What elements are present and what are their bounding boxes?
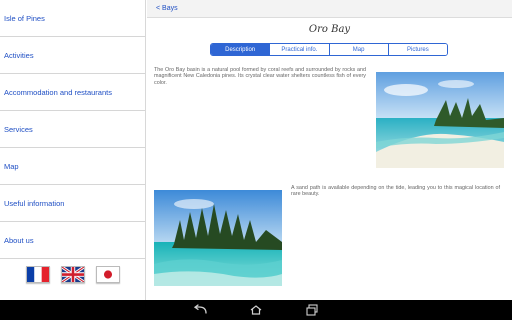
sidebar-item-label: Map (4, 161, 19, 171)
language-selector (0, 260, 146, 300)
sidebar-item-isle-of-pines[interactable]: Isle of Pines (0, 0, 145, 37)
back-button[interactable]: < Bays (147, 0, 512, 18)
home-icon[interactable] (248, 304, 264, 316)
pool-photo (154, 190, 282, 286)
tab-practical-info[interactable]: Practical info. (270, 44, 330, 55)
path-paragraph: A sand path is available depending on th… (291, 185, 500, 198)
bay-photo (376, 72, 504, 168)
uk-flag-icon[interactable] (60, 266, 85, 283)
sidebar-item-activities[interactable]: Activities (0, 37, 145, 74)
sidebar-item-services[interactable]: Services (0, 111, 145, 148)
sidebar-item-about-us[interactable]: About us (0, 222, 145, 259)
sidebar-item-accommodation[interactable]: Accommodation and restaurants (0, 74, 145, 111)
tab-bar: Description Practical info. Map Pictures (210, 43, 448, 56)
tab-pictures[interactable]: Pictures (388, 44, 447, 55)
sidebar-item-label: About us (4, 235, 34, 245)
sidebar-item-useful-information[interactable]: Useful information (0, 185, 145, 222)
main-content: < Bays Oro Bay Description Practical inf… (147, 0, 512, 300)
japan-flag-icon[interactable] (96, 266, 121, 283)
sidebar-item-map[interactable]: Map (0, 148, 145, 185)
back-button-label: < Bays (156, 5, 178, 12)
description-paragraph: The Oro Bay basin is a natural pool form… (154, 67, 366, 86)
system-navigation-bar (0, 300, 512, 320)
page-title: Oro Bay (308, 24, 351, 35)
back-icon[interactable] (192, 304, 208, 316)
recent-apps-icon[interactable] (304, 304, 320, 316)
france-flag-icon[interactable] (25, 266, 50, 283)
sidebar-item-label: Accommodation and restaurants (4, 87, 112, 97)
tab-description[interactable]: Description (211, 44, 271, 55)
sidebar-item-label: Activities (4, 50, 34, 60)
tab-map[interactable]: Map (329, 44, 389, 55)
sidebar-item-label: Services (4, 124, 33, 134)
sidebar-item-label: Useful information (4, 198, 65, 208)
sidebar-item-label: Isle of Pines (4, 13, 45, 23)
sidebar: Isle of Pines Activities Accommodation a… (0, 0, 146, 300)
